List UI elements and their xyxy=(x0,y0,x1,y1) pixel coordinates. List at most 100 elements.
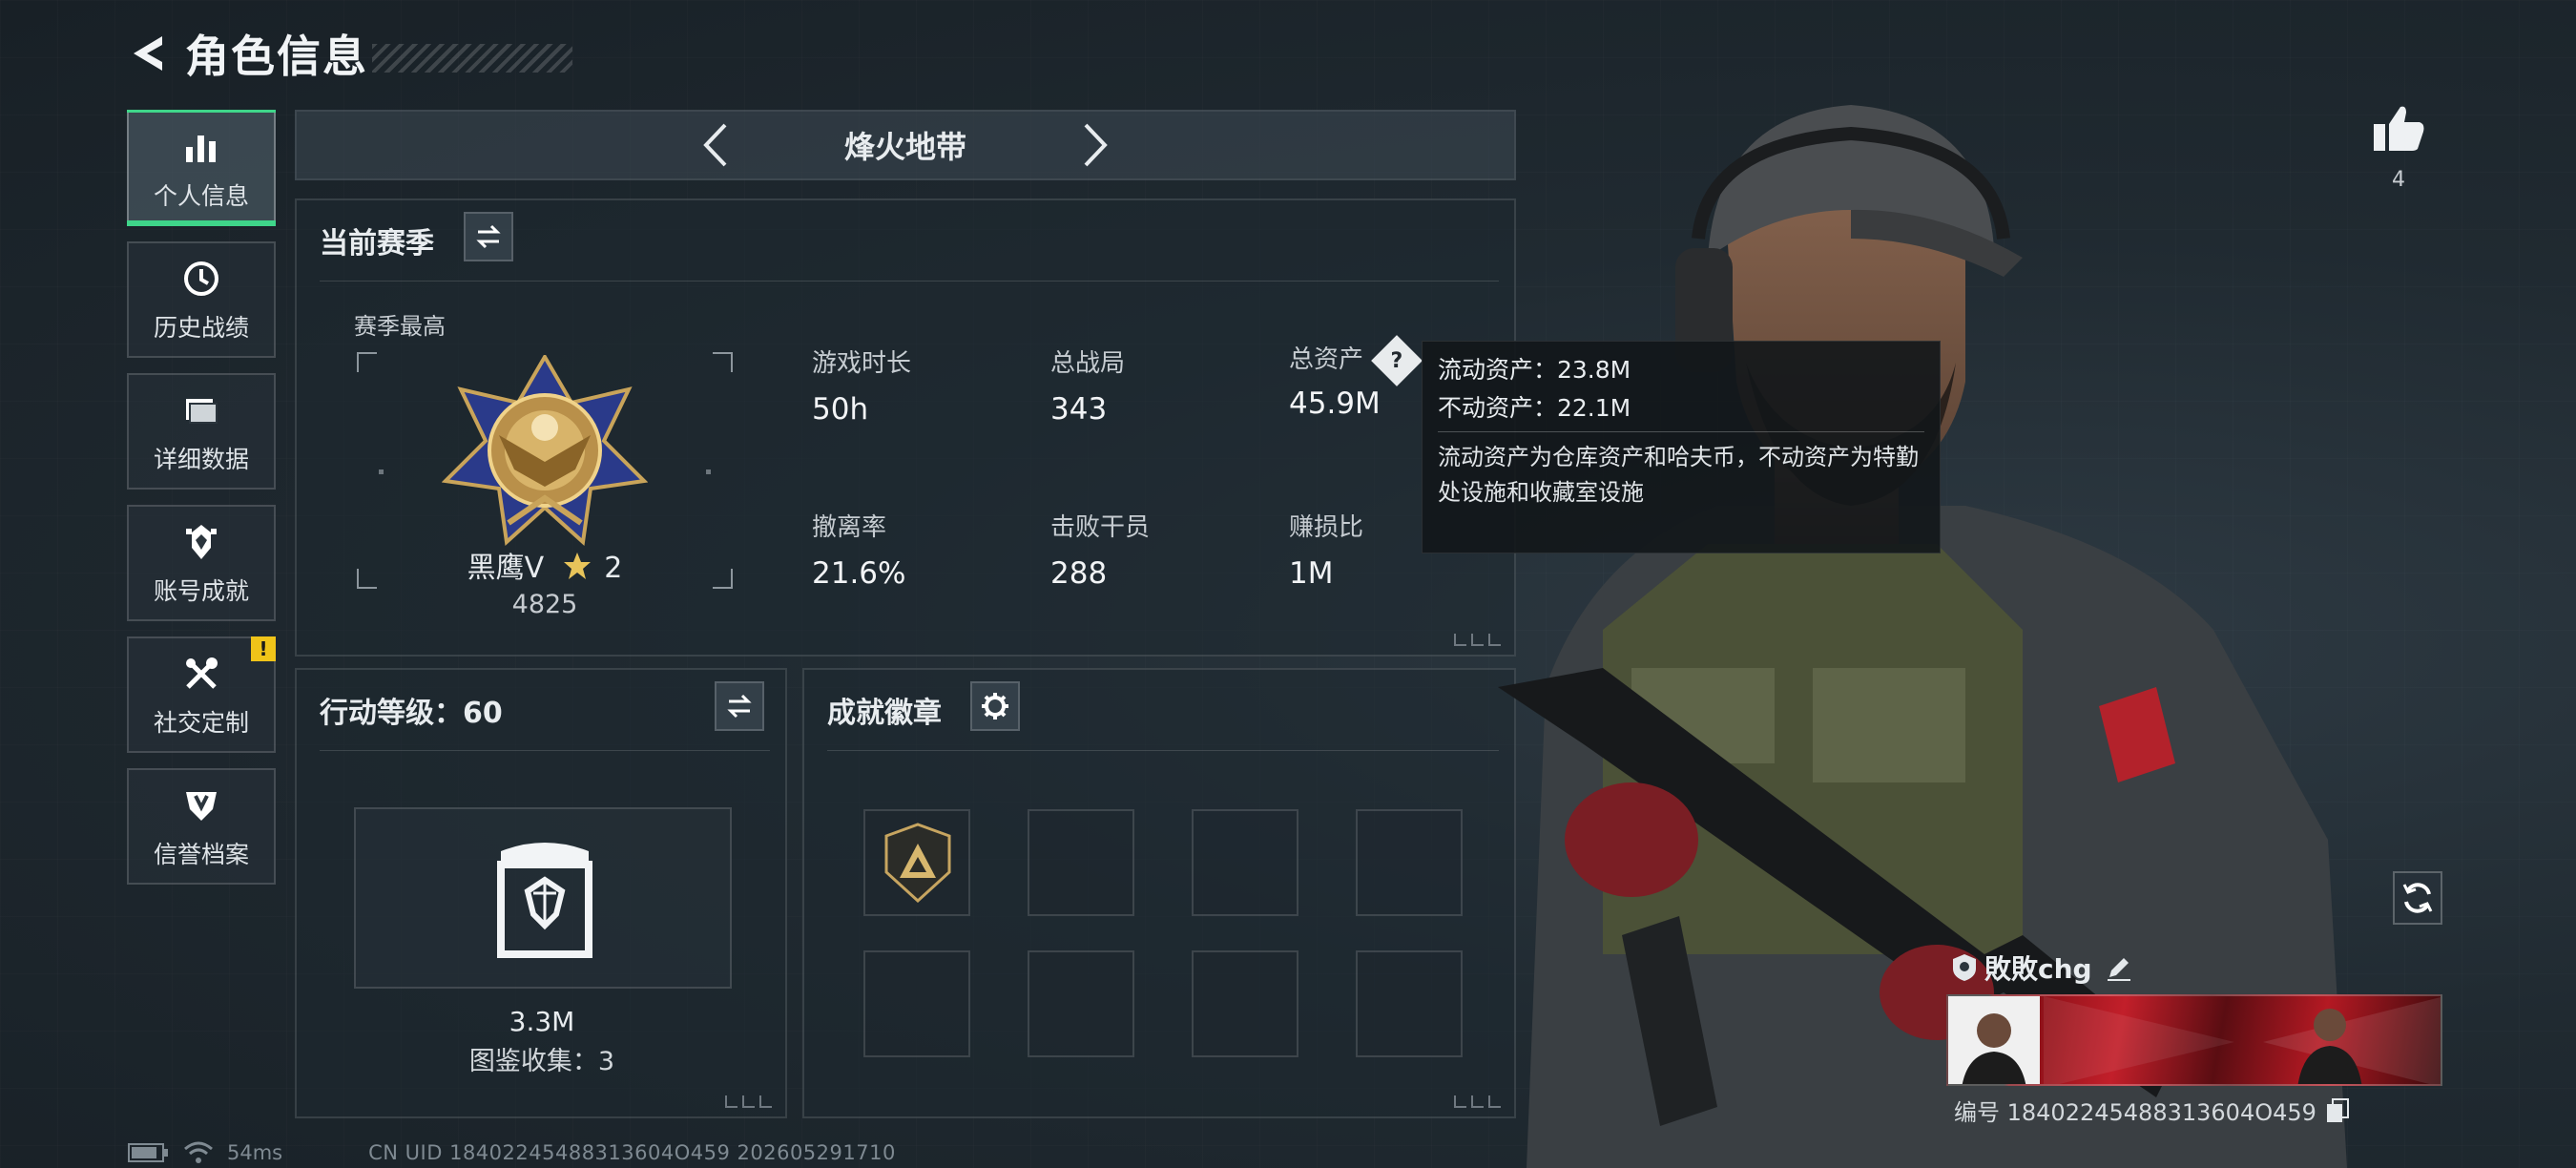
panel-divider xyxy=(827,750,1499,751)
tooltip-divider xyxy=(1438,431,1924,432)
like-count: 4 xyxy=(2392,168,2405,192)
battery-icon xyxy=(128,1143,168,1162)
status-bar: 54ms CN UID 18402245488313604O459 202605… xyxy=(128,1141,896,1164)
alert-badge: ! xyxy=(251,636,276,661)
season-best-label: 赛季最高 xyxy=(354,313,446,340)
sidebar-item-label: 信誉档案 xyxy=(153,841,249,868)
player-id-row: 编号 18402245488313604O459 xyxy=(1954,1094,2349,1127)
shield-icon xyxy=(178,782,224,828)
badge-slot[interactable] xyxy=(1028,950,1134,1057)
rank-emblem xyxy=(442,355,648,546)
rank-stars: 2 xyxy=(604,552,623,585)
sidebar-item-reputation[interactable]: 信誉档案 xyxy=(127,768,276,885)
panel-divider xyxy=(320,750,770,751)
like-area: 4 xyxy=(2372,103,2425,192)
collection-value: 3.3M xyxy=(509,1006,575,1037)
folder-icon xyxy=(178,387,224,433)
rank-name-row: 黑鹰Ⅴ 2 xyxy=(297,544,793,586)
back-button[interactable] xyxy=(124,29,174,78)
player-id: 编号 18402245488313604O459 xyxy=(1954,1099,2316,1126)
gear-icon xyxy=(982,693,1008,720)
stat-label-text: 总资产 xyxy=(1289,345,1364,374)
stat-label: 赚损比 xyxy=(1289,513,1364,542)
sidebar-item-history[interactable]: 历史战绩 xyxy=(127,241,276,358)
tooltip-liquid-assets: 流动资产：23.8M xyxy=(1438,356,1631,384)
collection-count: 图鉴收集：3 xyxy=(468,1047,615,1076)
switch-level-button[interactable] xyxy=(715,681,764,731)
badge-slot[interactable] xyxy=(1356,950,1463,1057)
title-decoration xyxy=(372,44,572,73)
player-banner[interactable] xyxy=(1946,994,2442,1086)
level-title: 行动等级：60 xyxy=(320,697,503,730)
badge-slot[interactable] xyxy=(863,950,970,1057)
thumbs-up-icon[interactable] xyxy=(2372,103,2425,153)
next-mode-button[interactable] xyxy=(1068,116,1125,174)
assets-tooltip: 流动资产：23.8M 不动资产：22.1M 流动资产为仓库资产和哈夫币，不动资产… xyxy=(1422,341,1941,553)
clock-icon xyxy=(178,256,224,302)
tooltip-fixed-assets: 不动资产：22.1M xyxy=(1438,394,1631,422)
triangle-badge-icon xyxy=(884,823,951,903)
stat-kills: 击败干员 288 xyxy=(1050,508,1150,591)
achievement-icon xyxy=(178,519,224,565)
badge-slot[interactable] xyxy=(1028,809,1134,916)
reputation-shield-icon xyxy=(1953,954,1976,981)
player-name-row: 敗敗chg xyxy=(1952,949,2132,987)
mode-selector: 烽火地带 xyxy=(295,110,1516,180)
stat-label: 撤离率 xyxy=(812,513,887,542)
banner-artwork xyxy=(1948,996,2441,1084)
ping-text: 54ms xyxy=(227,1141,283,1164)
player-name: 敗敗chg xyxy=(1984,953,2092,985)
sidebar-item-label: 详细数据 xyxy=(153,446,249,473)
badge-slot[interactable] xyxy=(1192,950,1298,1057)
badge-slot[interactable] xyxy=(1356,809,1463,916)
rank-points: 4825 xyxy=(511,590,578,619)
badge-settings-button[interactable] xyxy=(970,681,1020,731)
sidebar-item-label: 个人信息 xyxy=(153,182,249,210)
chevron-left-icon xyxy=(703,123,727,167)
sidebar: 个人信息 历史战绩 详细数据 账号成就 社交定制 ! 信誉档案 xyxy=(127,110,276,900)
edit-name-icon[interactable] xyxy=(2106,954,2132,981)
collection-card[interactable] xyxy=(354,807,732,989)
stat-play-time: 游戏时长 50h xyxy=(812,344,911,427)
help-icon[interactable]: ? xyxy=(1371,334,1423,386)
copy-icon[interactable] xyxy=(2326,1097,2349,1123)
swap-icon xyxy=(727,694,752,719)
badge-slot[interactable] xyxy=(1192,809,1298,916)
sidebar-item-label: 账号成就 xyxy=(153,577,249,605)
uid-text: CN UID 18402245488313604O459 20260529171… xyxy=(368,1141,896,1164)
collection-cabinet-icon xyxy=(497,843,592,958)
swap-icon xyxy=(476,224,501,249)
rank-name: 黑鹰Ⅴ xyxy=(467,552,545,585)
page-header: 角色信息 xyxy=(124,23,572,84)
rotate-character-button[interactable] xyxy=(2393,871,2442,925)
stat-extract-rate: 撤离率 21.6% xyxy=(812,508,905,591)
badge-slot[interactable] xyxy=(863,809,970,916)
season-title: 当前赛季 xyxy=(320,227,434,261)
stat-total-assets: 总资产 ? 45.9M xyxy=(1289,334,1423,421)
sidebar-item-social-custom[interactable]: 社交定制 ! xyxy=(127,636,276,753)
stat-label: 游戏时长 xyxy=(812,349,912,378)
tooltip-description: 流动资产为仓库资产和哈夫币，不动资产为特勤处设施和收藏室设施 xyxy=(1438,444,1919,507)
stat-value: 21.6% xyxy=(812,556,906,591)
tools-icon xyxy=(178,651,224,697)
sidebar-item-label: 社交定制 xyxy=(153,709,249,737)
stat-label: 总资产 ? xyxy=(1289,334,1423,386)
stat-value: 288 xyxy=(1050,556,1108,591)
star-icon xyxy=(563,553,591,579)
corner-decoration xyxy=(725,1095,772,1108)
back-arrow-icon xyxy=(134,36,162,71)
prev-mode-button[interactable] xyxy=(686,116,743,174)
sidebar-item-achievements[interactable]: 账号成就 xyxy=(127,505,276,621)
level-panel: 行动等级：60 3.3M 图鉴收集：3 xyxy=(295,668,787,1118)
chevron-right-icon xyxy=(1084,123,1108,167)
sidebar-item-personal-info[interactable]: 个人信息 xyxy=(127,110,276,226)
panel-divider xyxy=(320,281,1499,282)
wifi-icon xyxy=(184,1141,213,1163)
achievement-panel: 成就徽章 xyxy=(802,668,1516,1118)
stat-value: 50h xyxy=(812,392,869,427)
stat-value: 1M xyxy=(1289,556,1334,591)
refresh-icon xyxy=(2402,883,2433,913)
mode-name: 烽火地带 xyxy=(843,129,966,165)
switch-season-button[interactable] xyxy=(464,212,513,261)
sidebar-item-detailed-data[interactable]: 详细数据 xyxy=(127,373,276,490)
